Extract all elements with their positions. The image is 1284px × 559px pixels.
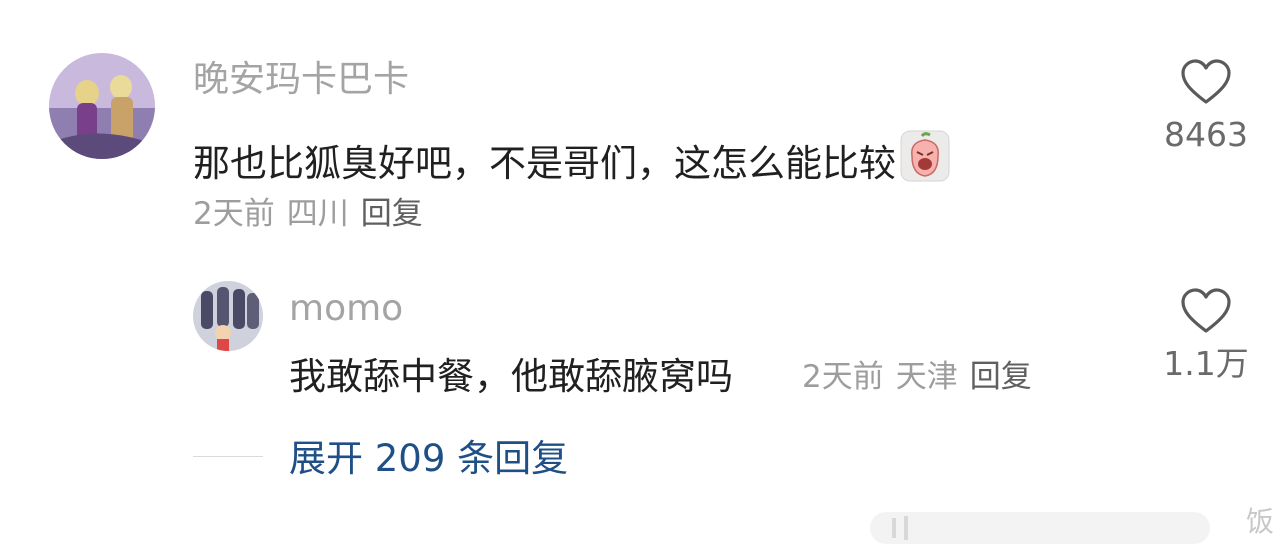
watermark [870, 512, 1210, 544]
reply-button[interactable]: 回复 [361, 196, 423, 232]
comment-time: 2天前 [193, 196, 275, 232]
comment-text: 那也比狐臭好吧，不是哥们，这怎么能比较 [193, 130, 950, 188]
reply-button[interactable]: 回复 [970, 359, 1032, 395]
like-count: 8463 [1164, 115, 1248, 154]
avatar[interactable] [49, 53, 155, 159]
comment-meta: 2天前 天津 回复 [802, 362, 1032, 393]
comment-username[interactable]: momo [289, 291, 403, 327]
comment-text: 我敢舔中餐，他敢舔腋窝吗 [289, 355, 733, 398]
comment-location: 四川 [286, 196, 349, 232]
comment-meta: 2天前 四川 回复 [193, 199, 423, 230]
avatar[interactable] [193, 281, 263, 351]
divider [193, 456, 263, 457]
crying-face-sticker-icon [900, 130, 950, 188]
comment-time: 2天前 [802, 359, 884, 395]
heart-icon [1181, 288, 1231, 333]
like-button[interactable]: 8463 [1151, 58, 1261, 151]
heart-icon [1181, 59, 1231, 104]
comment-username[interactable]: 晚安玛卡巴卡 [193, 62, 409, 98]
like-button[interactable]: 1.1万 [1151, 287, 1261, 380]
comment-location: 天津 [895, 359, 958, 395]
expand-replies-link[interactable]: 展开 209 条回复 [289, 440, 568, 477]
watermark-text: 饭 [1245, 505, 1274, 538]
like-count: 1.1万 [1163, 344, 1249, 383]
